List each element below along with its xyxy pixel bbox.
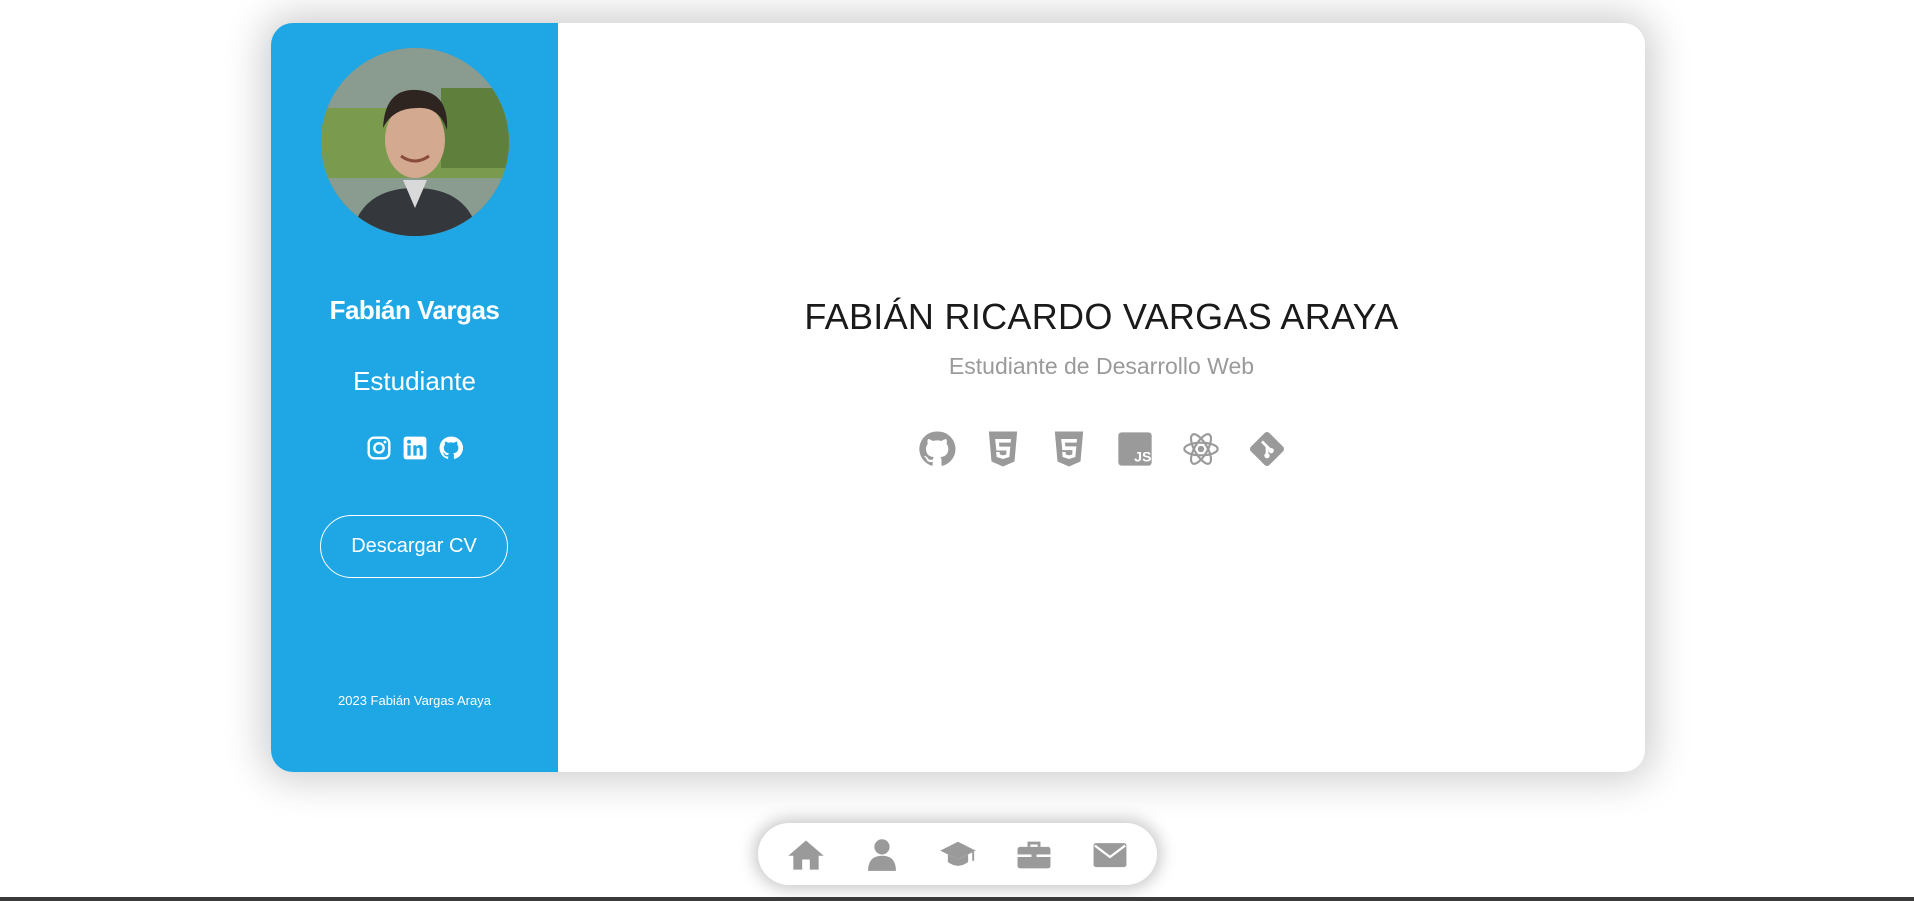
copyright-text: 2023 Fabián Vargas Araya xyxy=(338,693,491,708)
envelope-icon[interactable] xyxy=(1091,838,1129,870)
github-icon[interactable] xyxy=(438,435,464,461)
react-icon xyxy=(1181,429,1221,469)
sidebar: Fabián Vargas Estudiante Descargar CV 20… xyxy=(271,23,558,772)
css3-icon xyxy=(1049,429,1089,469)
profile-card: Fabián Vargas Estudiante Descargar CV 20… xyxy=(271,23,1645,772)
tech-stack: JS xyxy=(558,429,1645,469)
social-links xyxy=(271,435,558,461)
git-icon xyxy=(1247,429,1287,469)
download-cv-button[interactable]: Descargar CV xyxy=(320,515,508,578)
github-icon xyxy=(917,429,957,469)
profile-name: Fabián Vargas xyxy=(329,295,500,325)
briefcase-icon[interactable] xyxy=(1015,838,1053,870)
javascript-icon: JS xyxy=(1115,429,1155,469)
linkedin-icon[interactable] xyxy=(402,435,428,461)
page-title: FABIÁN RICARDO VARGAS ARAYA xyxy=(804,296,1399,337)
avatar xyxy=(321,48,509,236)
profile-role: Estudiante xyxy=(353,366,476,396)
page-subtitle: Estudiante de Desarrollo Web xyxy=(948,353,1255,379)
svg-text:JS: JS xyxy=(1134,450,1151,466)
bottom-nav xyxy=(758,823,1157,885)
home-icon[interactable] xyxy=(787,838,825,870)
window-bottom-edge xyxy=(0,897,1914,901)
main-panel: FABIÁN RICARDO VARGAS ARAYA Estudiante d… xyxy=(558,23,1645,772)
graduation-cap-icon[interactable] xyxy=(939,838,977,870)
user-icon[interactable] xyxy=(863,838,901,871)
html5-icon xyxy=(983,429,1023,469)
instagram-icon[interactable] xyxy=(366,435,392,461)
